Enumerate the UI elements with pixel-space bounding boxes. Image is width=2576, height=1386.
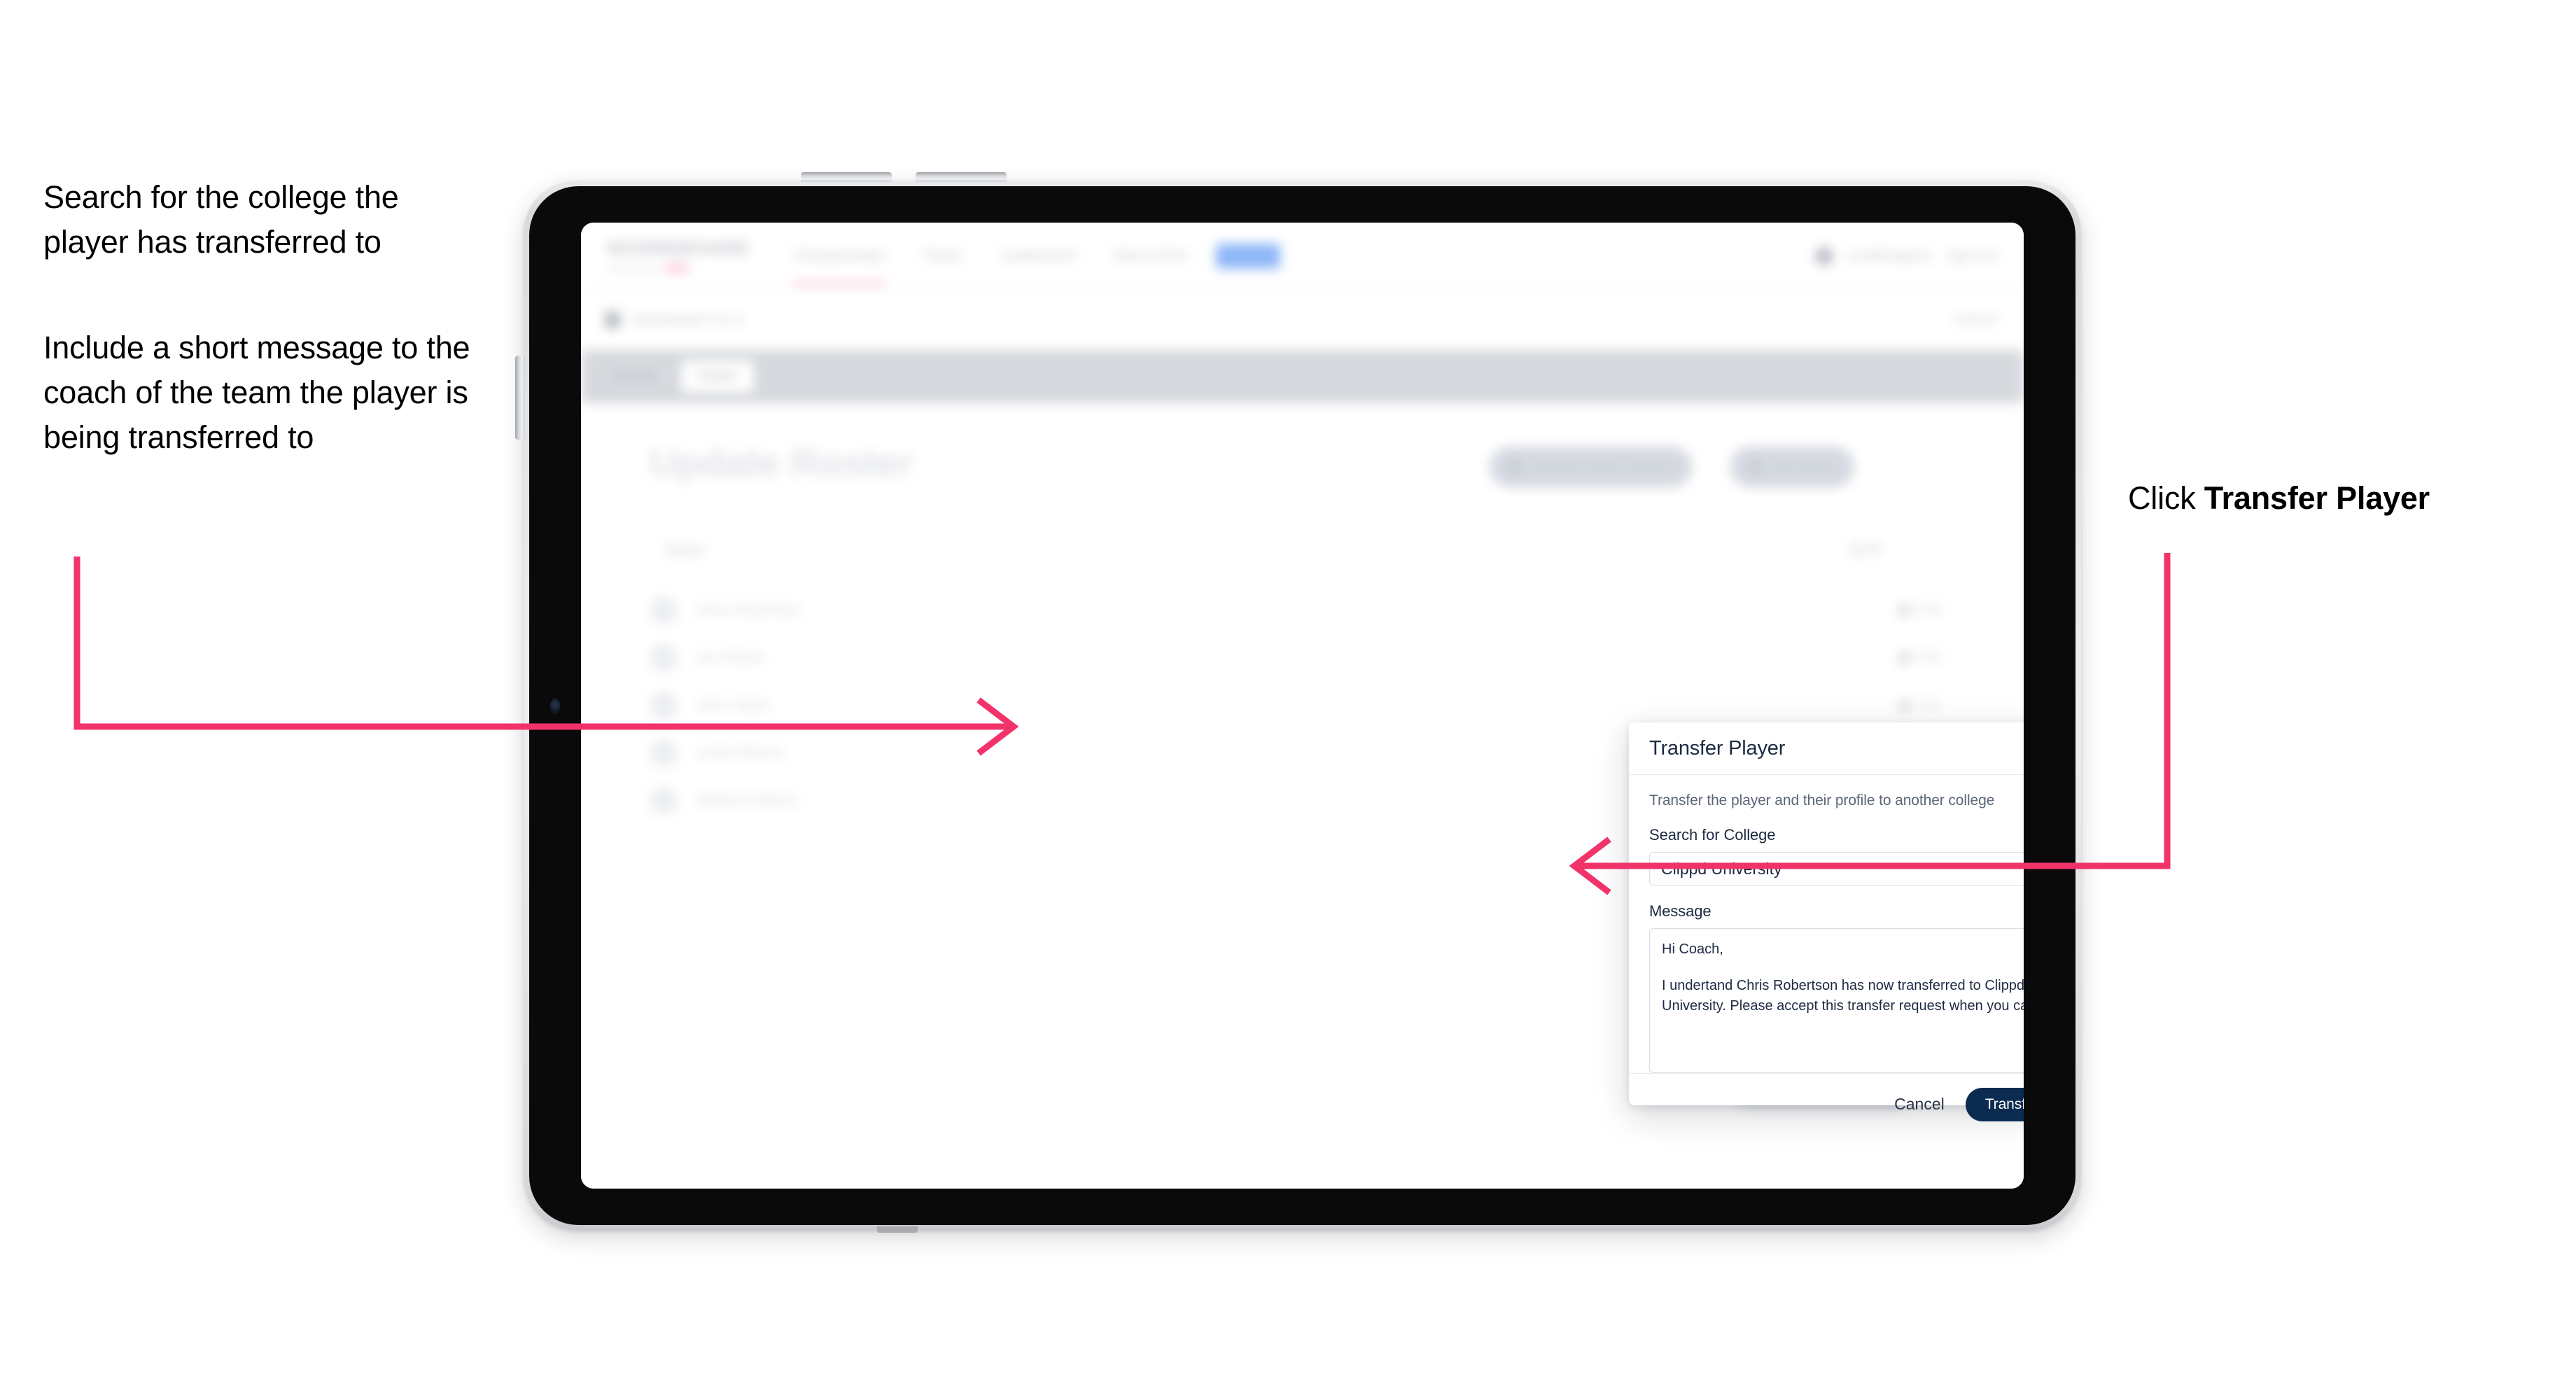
message-label: Message bbox=[1649, 902, 1712, 920]
cancel-button[interactable]: Cancel bbox=[1894, 1095, 1945, 1114]
brand-powered-by: Powered by bbox=[608, 262, 660, 273]
nav-link-teams[interactable]: Teams bbox=[904, 248, 981, 264]
screenshot-canvas: Search for the college the player has tr… bbox=[0, 0, 2576, 1386]
tab-strip: Results Roster bbox=[581, 350, 2024, 403]
player-name: Chris Robertson bbox=[696, 602, 802, 618]
avatar bbox=[650, 739, 678, 767]
volume-down-button[interactable] bbox=[916, 172, 1007, 182]
add-player-label: Add Player bbox=[1771, 459, 1836, 474]
top-navigation-bar: SCOREBOARD Powered by Championships Team… bbox=[581, 223, 2024, 290]
pencil-icon bbox=[1896, 649, 1914, 667]
edit-player-button[interactable]: Edit bbox=[1896, 649, 1941, 667]
roster-column-name: Name bbox=[665, 542, 706, 558]
transfer-player-modal: Transfer Player Transfer the player and … bbox=[1629, 722, 2024, 1121]
nav-link-stats[interactable]: Stats & PGA bbox=[1094, 248, 1207, 264]
sign-out-link[interactable]: Sign Out bbox=[1947, 248, 1996, 263]
player-name: Ian Wilson bbox=[696, 650, 765, 666]
player-name: Nathan Holmes bbox=[696, 792, 797, 808]
modal-header: Transfer Player bbox=[1629, 722, 2024, 775]
nav-link-championships[interactable]: Championships bbox=[774, 248, 904, 285]
tablet-device: SCOREBOARD Powered by Championships Team… bbox=[515, 172, 2081, 1233]
breadcrumb-icon bbox=[605, 312, 620, 328]
search-college-input[interactable]: Clippd University bbox=[1649, 852, 2024, 886]
avatar bbox=[650, 692, 678, 720]
annotation-include-message: Include a short message to the coach of … bbox=[43, 330, 470, 455]
avatar[interactable] bbox=[1814, 246, 1833, 265]
avatar bbox=[650, 596, 678, 624]
brand-clippd-mark bbox=[664, 263, 689, 272]
table-row[interactable]: Chris Robertson Edit bbox=[650, 587, 1941, 634]
breadcrumb-text[interactable]: Scoreboard Admin bbox=[631, 312, 747, 328]
nav-user-email: scott@clippd.io bbox=[1847, 248, 1933, 262]
annotation-click-bold: Transfer Player bbox=[2204, 480, 2430, 516]
message-line-1: Hi Coach, bbox=[1662, 941, 1723, 957]
tab-results[interactable]: Results bbox=[596, 360, 674, 393]
avatar bbox=[650, 787, 678, 815]
volume-up-button[interactable] bbox=[801, 172, 892, 182]
modal-body: Transfer the player and their profile to… bbox=[1629, 775, 2024, 1073]
search-college-label: Search for College bbox=[1649, 826, 1776, 844]
edit-player-button[interactable]: Edit bbox=[1896, 696, 1941, 715]
search-college-value: Clippd University bbox=[1661, 859, 1782, 878]
power-button[interactable] bbox=[515, 356, 525, 440]
player-name: Lewis Warren bbox=[696, 745, 785, 761]
modal-footer: Cancel Transfer Player bbox=[1629, 1073, 2024, 1135]
breadcrumb-cancel-link[interactable]: Cancel bbox=[1954, 312, 1996, 328]
nav-links: Championships Teams Leaderboard Stats & … bbox=[774, 243, 1281, 285]
edit-player-button[interactable]: Edit bbox=[1896, 601, 1941, 620]
connector-port bbox=[877, 1226, 918, 1233]
brand-name: SCOREBOARD bbox=[608, 239, 750, 258]
edit-label: Edit bbox=[1918, 603, 1941, 617]
message-textarea[interactable]: Hi Coach, I undertand Chris Robertson ha… bbox=[1649, 928, 2024, 1073]
breadcrumb: Scoreboard Admin Cancel bbox=[581, 290, 2024, 350]
nav-right-cluster: scott@clippd.io Sign Out bbox=[1814, 246, 1996, 265]
request-player-transfer-label: Request Player Transfer bbox=[1530, 459, 1674, 474]
page-title: Update Roster bbox=[650, 440, 913, 484]
annotation-click-transfer: Click Transfer Player bbox=[2128, 476, 2562, 521]
table-row[interactable]: Ian Wilson Edit bbox=[650, 634, 1941, 682]
message-line-2: I undertand Chris Robertson has now tran… bbox=[1662, 978, 2024, 1014]
roster-column-edit: EDIT bbox=[1850, 542, 1884, 558]
transfer-icon bbox=[1508, 460, 1522, 474]
plus-icon bbox=[1749, 460, 1763, 474]
nav-link-roster[interactable]: Roster bbox=[1216, 243, 1281, 269]
pencil-icon bbox=[1896, 696, 1914, 715]
annotation-click-prefix: Click bbox=[2128, 480, 2204, 516]
nav-link-leaderboard[interactable]: Leaderboard bbox=[981, 248, 1094, 264]
tab-roster[interactable]: Roster bbox=[681, 360, 755, 393]
request-player-transfer-button[interactable]: Request Player Transfer bbox=[1490, 447, 1692, 487]
edit-label: Edit bbox=[1918, 650, 1941, 665]
annotation-search-college: Search for the college the player has tr… bbox=[43, 179, 399, 260]
modal-description: Transfer the player and their profile to… bbox=[1649, 792, 1995, 808]
brand-subline: Powered by bbox=[608, 262, 735, 273]
edit-label: Edit bbox=[1918, 698, 1941, 713]
front-camera-icon bbox=[550, 699, 560, 714]
pencil-icon bbox=[1896, 601, 1914, 620]
tablet-screen: SCOREBOARD Powered by Championships Team… bbox=[581, 223, 2024, 1189]
brand-logo[interactable]: SCOREBOARD Powered by bbox=[608, 239, 750, 273]
avatar bbox=[650, 644, 678, 672]
modal-title: Transfer Player bbox=[1649, 736, 1786, 760]
player-name: John Taylor bbox=[696, 697, 771, 713]
breadcrumb-sublabel: Admin bbox=[706, 312, 747, 328]
add-player-button[interactable]: Add Player bbox=[1730, 447, 1854, 487]
breadcrumb-label: Scoreboard bbox=[631, 312, 704, 328]
transfer-player-button[interactable]: Transfer Player bbox=[1965, 1087, 2024, 1121]
